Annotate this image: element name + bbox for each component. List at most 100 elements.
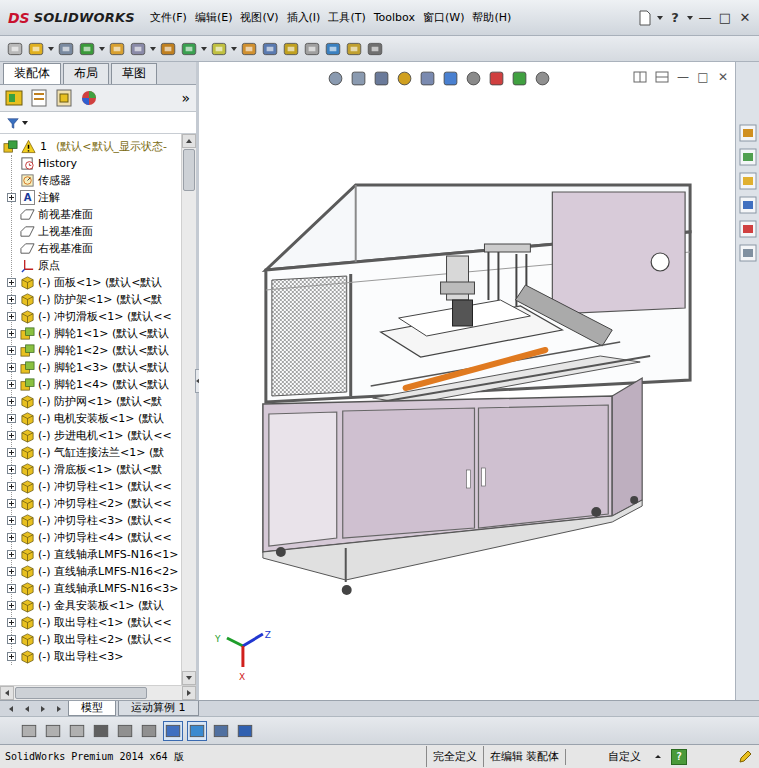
help-button[interactable]: ? [667, 10, 683, 25]
tree-item[interactable]: (-) 防护网<1> (默认<默 [12, 393, 181, 410]
menu-item[interactable]: 文件(F) [146, 8, 191, 27]
expand-toggle[interactable] [7, 499, 16, 508]
view-tool-icon[interactable] [327, 70, 344, 87]
task-pane-icon[interactable] [739, 196, 757, 214]
tree-item[interactable]: History [12, 155, 181, 172]
menu-item[interactable]: 窗口(W) [419, 8, 468, 27]
view-tool-icon[interactable] [465, 70, 482, 87]
expand-toggle[interactable] [7, 312, 16, 321]
view-mode-icon[interactable] [20, 722, 38, 740]
tool-icon[interactable] [324, 40, 342, 58]
caret-icon[interactable] [201, 47, 207, 51]
caret-icon[interactable] [657, 16, 663, 20]
minimize-button[interactable]: — [697, 10, 713, 25]
tool-icon[interactable] [57, 40, 75, 58]
menu-item[interactable]: 编辑(E) [191, 8, 237, 27]
expand-toggle[interactable] [7, 567, 16, 576]
tree-item[interactable]: (-) 取出导柱<2> (默认<< [12, 631, 181, 648]
tool-icon[interactable] [27, 40, 45, 58]
tree-item[interactable]: (-) 滑底板<1> (默认<默 [12, 461, 181, 478]
tree-item[interactable]: (-) 金具安装板<1> (默认 [12, 597, 181, 614]
document-control[interactable]: □ [697, 70, 709, 84]
tool-icon[interactable] [180, 40, 198, 58]
horizontal-scrollbar[interactable] [0, 685, 196, 700]
tool-icon[interactable] [159, 40, 177, 58]
menu-item[interactable]: 视图(V) [236, 8, 282, 27]
last-tab-button[interactable] [52, 701, 66, 716]
view-tool-icon[interactable] [534, 70, 551, 87]
task-pane-icon[interactable] [739, 124, 757, 142]
expand-toggle[interactable] [7, 618, 16, 627]
tree-item[interactable]: A注解 [12, 189, 181, 206]
configuration-manager-icon[interactable] [54, 88, 74, 108]
expand-toggle[interactable] [7, 482, 16, 491]
tree-item[interactable]: (-) 脚轮1<4> (默认<默认 [12, 376, 181, 393]
expand-toggle[interactable] [7, 431, 16, 440]
tree-item[interactable]: (-) 气缸连接法兰<1> (默 [12, 444, 181, 461]
menu-item[interactable]: 帮助(H) [468, 8, 515, 27]
task-pane-icon[interactable] [739, 220, 757, 238]
help-button[interactable]: ? [671, 749, 687, 765]
view-mode-icon[interactable] [92, 722, 110, 740]
caret-icon[interactable] [231, 47, 237, 51]
tool-icon[interactable] [210, 40, 228, 58]
scroll-right-button[interactable] [182, 686, 196, 700]
machine-model[interactable]: YZX [199, 62, 735, 700]
panel-tab[interactable]: 装配体 [3, 63, 61, 84]
tool-icon[interactable] [108, 40, 126, 58]
new-document-icon[interactable] [637, 10, 653, 26]
view-tool-icon[interactable] [373, 70, 390, 87]
filter-bar[interactable] [0, 112, 196, 134]
scroll-left-button[interactable] [0, 686, 14, 700]
tree-item[interactable]: (-) 冲切导柱<2> (默认<< [12, 495, 181, 512]
view-mode-icon[interactable] [236, 722, 254, 740]
graphics-area[interactable]: YZX— □ ✕ [199, 62, 735, 700]
pencil-icon[interactable] [737, 749, 753, 765]
task-pane-icon[interactable] [739, 172, 757, 190]
expand-toggle[interactable] [7, 601, 16, 610]
tree-item[interactable]: (-) 防护架<1> (默认<默 [12, 291, 181, 308]
scroll-down-button[interactable] [182, 671, 196, 685]
caret-icon[interactable] [150, 47, 156, 51]
tree-item[interactable]: (-) 直线轴承LMFS-N16<2> [12, 563, 181, 580]
view-tool-icon[interactable] [511, 70, 528, 87]
caret-icon[interactable] [22, 121, 28, 125]
task-pane-icon[interactable] [739, 244, 757, 262]
tree-item[interactable]: 前视基准面 [12, 206, 181, 223]
tool-icon[interactable] [240, 40, 258, 58]
caret-icon[interactable] [687, 16, 693, 20]
tree-item[interactable]: (-) 取出导柱<3> [12, 648, 181, 665]
bottom-tab[interactable]: 运动算例 1 [118, 701, 199, 716]
view-tool-icon[interactable] [350, 70, 367, 87]
tool-icon[interactable] [345, 40, 363, 58]
expand-toggle[interactable] [7, 329, 16, 338]
tree-item[interactable]: (-) 脚轮1<2> (默认<默认 [12, 342, 181, 359]
view-mode-icon[interactable] [140, 722, 158, 740]
tree-item[interactable]: (-) 脚轮1<1> (默认<默认 [12, 325, 181, 342]
view-tool-icon[interactable] [396, 70, 413, 87]
tree-item[interactable]: (-) 取出导柱<1> (默认<< [12, 614, 181, 631]
tree-item[interactable]: 上视基准面 [12, 223, 181, 240]
expand-toggle[interactable] [7, 278, 16, 287]
expand-toggle[interactable] [7, 346, 16, 355]
vertical-scrollbar[interactable] [181, 134, 196, 685]
tile-horizontal-icon[interactable] [633, 70, 647, 84]
expand-toggle[interactable] [7, 533, 16, 542]
document-control[interactable]: ✕ [717, 70, 729, 84]
tree-item[interactable]: (-) 直线轴承LMFS-N16<3> [12, 580, 181, 597]
tree-root[interactable]: 1(默认<默认_显示状态- [0, 138, 181, 155]
filter-icon[interactable] [6, 116, 20, 130]
tool-icon[interactable] [282, 40, 300, 58]
expand-toggle[interactable] [7, 465, 16, 474]
expand-toggle[interactable] [7, 414, 16, 423]
view-mode-icon[interactable] [44, 722, 62, 740]
view-tool-icon[interactable] [488, 70, 505, 87]
tree-item[interactable]: (-) 电机安装板<1> (默认 [12, 410, 181, 427]
view-mode-icon[interactable] [212, 722, 230, 740]
property-manager-icon[interactable] [29, 88, 49, 108]
view-tool-icon[interactable] [442, 70, 459, 87]
expand-toggle[interactable] [7, 635, 16, 644]
menu-item[interactable]: 插入(I) [283, 8, 325, 27]
tree-item[interactable]: (-) 步进电机<1> (默认<< [12, 427, 181, 444]
document-control[interactable]: — [677, 70, 689, 84]
